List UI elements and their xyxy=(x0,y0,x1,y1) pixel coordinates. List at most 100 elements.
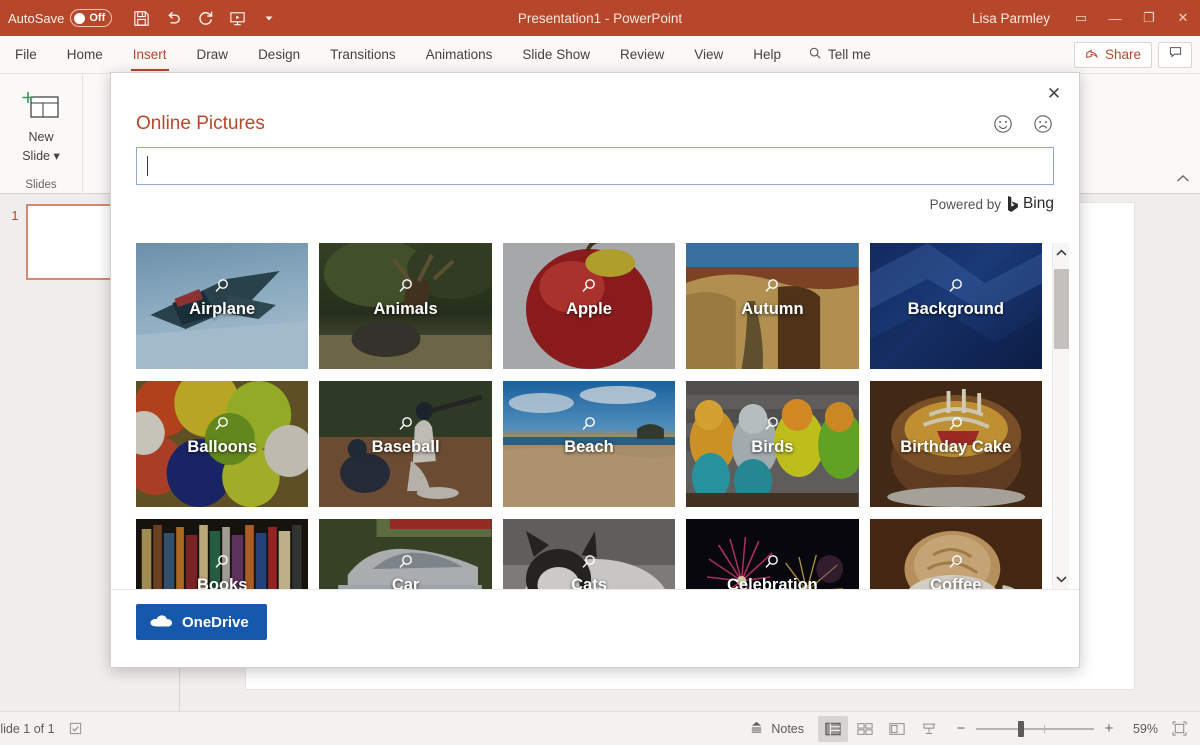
category-tile-books[interactable]: Books xyxy=(136,519,308,589)
category-tile-airplane[interactable]: Airplane xyxy=(136,243,308,369)
powered-by-bing: Powered by Bing xyxy=(930,195,1054,213)
autosave-toggle[interactable]: Off xyxy=(70,9,112,27)
slide-indicator[interactable]: Slide 1 of 1 xyxy=(0,722,55,736)
category-tile-cats[interactable]: Cats xyxy=(503,519,675,589)
dialog-header: Online Pictures xyxy=(136,113,1054,135)
text-cursor xyxy=(147,156,148,176)
zoom-slider[interactable] xyxy=(976,722,1094,736)
title-bar-right: Lisa Parmley ▭ — ❐ ✕ xyxy=(972,0,1200,36)
tile-label: Airplane xyxy=(136,299,308,319)
feedback-buttons xyxy=(992,113,1054,135)
close-window-button[interactable]: ✕ xyxy=(1166,0,1200,36)
tab-transitions[interactable]: Transitions xyxy=(315,36,411,73)
tab-help[interactable]: Help xyxy=(738,36,796,73)
zoom-out-button[interactable]: − xyxy=(954,720,968,737)
new-slide-label-line1: New xyxy=(28,130,53,145)
tab-review[interactable]: Review xyxy=(605,36,679,73)
tile-label: Celebration xyxy=(686,575,858,589)
collapse-ribbon-icon[interactable] xyxy=(1176,173,1190,187)
category-tile-car[interactable]: Car xyxy=(319,519,491,589)
search-input[interactable] xyxy=(136,147,1054,185)
category-tile-animals[interactable]: Animals xyxy=(319,243,491,369)
restore-button[interactable]: ❐ xyxy=(1132,0,1166,36)
autosave-control[interactable]: AutoSave Off xyxy=(8,9,112,27)
zoom-slider-track xyxy=(976,728,1094,730)
accessibility-checker-icon[interactable] xyxy=(67,721,85,737)
category-tile-apple[interactable]: Apple xyxy=(503,243,675,369)
category-tile-coffee[interactable]: Coffee xyxy=(870,519,1042,589)
scrollbar-track[interactable] xyxy=(1053,263,1070,569)
category-tile-birds[interactable]: Birds xyxy=(686,381,858,507)
tile-label: Apple xyxy=(503,299,675,319)
zoom-control: − + 59% xyxy=(954,716,1192,742)
onedrive-cloud-icon xyxy=(150,613,172,631)
tab-design[interactable]: Design xyxy=(243,36,315,73)
ribbon-group-slides: New Slide ▾ Slides xyxy=(0,74,83,194)
notes-icon xyxy=(749,720,764,738)
tab-animations[interactable]: Animations xyxy=(411,36,508,73)
zoom-in-button[interactable]: + xyxy=(1102,720,1116,737)
share-button[interactable]: Share xyxy=(1074,42,1152,68)
normal-view-button[interactable] xyxy=(818,716,848,742)
new-slide-button[interactable]: New Slide ▾ xyxy=(10,80,72,164)
quick-access-toolbar xyxy=(126,4,284,32)
tab-insert[interactable]: Insert xyxy=(118,36,182,73)
scroll-up-icon[interactable] xyxy=(1053,243,1070,263)
slide-sorter-view-button[interactable] xyxy=(850,716,880,742)
ribbon-display-options-icon[interactable]: ▭ xyxy=(1064,0,1098,36)
tab-view[interactable]: View xyxy=(679,36,738,73)
category-tile-autumn[interactable]: Autumn xyxy=(686,243,858,369)
ribbon-tab-strip: File Home Insert Draw Design Transitions… xyxy=(0,36,1200,74)
scroll-down-icon[interactable] xyxy=(1053,569,1070,589)
redo-icon[interactable] xyxy=(190,4,220,32)
ribbon-group-label-slides: Slides xyxy=(0,179,82,191)
tile-label: Background xyxy=(870,299,1042,319)
tab-home[interactable]: Home xyxy=(52,36,118,73)
smile-face-icon[interactable] xyxy=(992,113,1014,135)
tile-label: Baseball xyxy=(319,437,491,457)
onedrive-button[interactable]: OneDrive xyxy=(136,604,267,640)
magnifier-icon xyxy=(762,553,782,573)
magnifier-icon xyxy=(212,415,232,435)
close-icon[interactable]: ✕ xyxy=(1037,79,1071,109)
save-icon[interactable] xyxy=(126,4,156,32)
autosave-state-label: Off xyxy=(89,12,105,24)
tile-label: Coffee xyxy=(870,575,1042,589)
search-icon xyxy=(808,46,822,63)
tell-me-search[interactable]: Tell me xyxy=(796,36,883,73)
tab-draw[interactable]: Draw xyxy=(182,36,244,73)
category-tile-birthday-cake[interactable]: Birthday Cake xyxy=(870,381,1042,507)
zoom-percentage-label[interactable]: 59% xyxy=(1124,722,1158,736)
start-from-beginning-icon[interactable] xyxy=(222,4,252,32)
reading-view-button[interactable] xyxy=(882,716,912,742)
category-tile-grid: Airplane xyxy=(136,243,1052,589)
zoom-slider-thumb[interactable] xyxy=(1018,721,1024,737)
tab-slide-show[interactable]: Slide Show xyxy=(507,36,605,73)
category-tile-celebration[interactable]: Celebration xyxy=(686,519,858,589)
category-tile-baseball[interactable]: Baseball xyxy=(319,381,491,507)
tile-grid-scrollbar[interactable] xyxy=(1052,243,1069,589)
minimize-button[interactable]: — xyxy=(1098,0,1132,36)
magnifier-icon xyxy=(946,277,966,297)
account-name[interactable]: Lisa Parmley xyxy=(972,11,1050,26)
fit-slide-to-window-icon[interactable] xyxy=(1166,716,1192,742)
notes-label: Notes xyxy=(771,722,804,736)
powered-by-label: Powered by xyxy=(930,197,1001,212)
category-tile-balloons[interactable]: Balloons xyxy=(136,381,308,507)
tab-file[interactable]: File xyxy=(0,36,52,73)
magnifier-icon xyxy=(946,415,966,435)
slide-show-button[interactable] xyxy=(914,716,944,742)
scrollbar-thumb[interactable] xyxy=(1054,269,1069,349)
category-tile-background[interactable]: Background xyxy=(870,243,1042,369)
magnifier-icon xyxy=(762,277,782,297)
notes-button[interactable]: Notes xyxy=(737,712,816,745)
magnifier-icon xyxy=(946,553,966,573)
status-bar: Slide 1 of 1 Notes xyxy=(0,711,1200,745)
ribbon-right-actions: Share xyxy=(1074,36,1200,73)
magnifier-icon xyxy=(396,415,416,435)
customize-quick-access-toolbar-icon[interactable] xyxy=(254,4,284,32)
comments-button[interactable] xyxy=(1158,42,1192,68)
frown-face-icon[interactable] xyxy=(1032,113,1054,135)
category-tile-beach[interactable]: Beach xyxy=(503,381,675,507)
undo-icon[interactable] xyxy=(158,4,188,32)
